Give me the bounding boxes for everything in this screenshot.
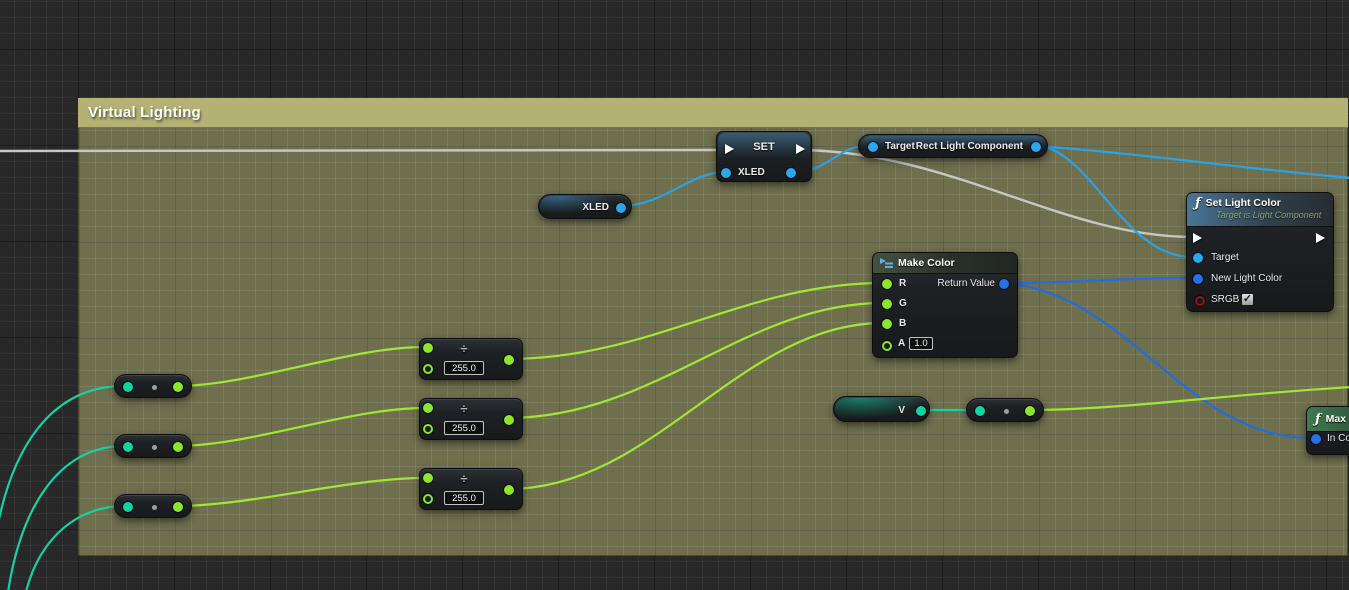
rectlight-output-label: Rect Light Component [916, 141, 1023, 153]
function-icon: ƒ [1315, 412, 1321, 427]
make-color-title: Make Color [898, 257, 955, 269]
slc-new-light-color-label: New Light Color [1211, 273, 1282, 285]
divide-1-input-a-pin[interactable] [423, 343, 433, 353]
make-color-header: Make Color [873, 253, 1017, 274]
divide-2-value-input[interactable] [444, 421, 484, 435]
conversion-node-4[interactable] [966, 398, 1044, 422]
max-node[interactable]: ƒ Max ( In Co [1306, 406, 1349, 455]
slc-srgb-label: SRGB [1211, 294, 1239, 306]
conversion-dot-icon [1004, 409, 1009, 414]
slc-new-light-color-pin[interactable] [1193, 274, 1203, 284]
rectlight-target-label: Target [885, 141, 915, 153]
divide-icon: ÷ [444, 402, 484, 415]
make-color-r-pin[interactable] [882, 279, 892, 289]
slc-srgb-pin[interactable] [1195, 296, 1205, 306]
divide-3-input-b-pin[interactable] [423, 494, 433, 504]
v-getter-output-pin[interactable] [916, 406, 926, 416]
comment-header[interactable]: Virtual Lighting [78, 98, 1348, 128]
max-input-label: In Co [1327, 433, 1349, 445]
make-color-a-label: A [898, 338, 905, 350]
set-xled-node[interactable]: SET XLED [716, 131, 812, 182]
max-node-title: Max ( [1326, 413, 1349, 425]
variable-getter-xled[interactable]: XLED [538, 194, 632, 219]
set-xled-input-label: XLED [738, 167, 765, 179]
divide-1-value-input[interactable] [444, 361, 484, 375]
make-color-a-input[interactable] [909, 337, 933, 350]
conversion-3-output-pin[interactable] [173, 502, 183, 512]
make-color-b-label: B [899, 318, 906, 330]
make-struct-icon [880, 258, 893, 268]
rectlight-target-input-pin[interactable] [868, 142, 878, 152]
rectlight-output-pin[interactable] [1031, 142, 1041, 152]
conversion-node-1[interactable] [114, 374, 192, 398]
divide-3-input-a-pin[interactable] [423, 473, 433, 483]
set-xled-input-pin[interactable] [721, 168, 731, 178]
slc-target-pin[interactable] [1193, 253, 1203, 263]
divide-2-output-pin[interactable] [504, 415, 514, 425]
conversion-dot-icon [152, 445, 157, 450]
slc-exec-in-pin[interactable] [1193, 233, 1202, 243]
conversion-3-input-pin[interactable] [123, 502, 133, 512]
max-node-header: ƒ Max ( [1307, 407, 1349, 432]
conversion-4-input-pin[interactable] [975, 406, 985, 416]
make-color-a-pin[interactable] [882, 341, 892, 351]
v-getter-label: V [898, 405, 905, 417]
divide-node-2[interactable]: ÷ [419, 398, 523, 440]
xled-getter-label: XLED [582, 202, 609, 214]
slc-exec-out-pin[interactable] [1316, 233, 1325, 243]
divide-icon: ÷ [444, 342, 484, 355]
divide-node-3[interactable]: ÷ [419, 468, 523, 510]
divide-1-output-pin[interactable] [504, 355, 514, 365]
variable-getter-v[interactable]: V [833, 396, 930, 422]
slc-srgb-checkbox[interactable]: ✓ [1241, 293, 1254, 306]
conversion-node-2[interactable] [114, 434, 192, 458]
conversion-dot-icon [152, 505, 157, 510]
conversion-node-3[interactable] [114, 494, 192, 518]
conversion-dot-icon [152, 385, 157, 390]
divide-1-input-b-pin[interactable] [423, 364, 433, 374]
function-icon: ƒ [1195, 196, 1201, 211]
make-color-return-pin[interactable] [999, 279, 1009, 289]
divide-3-value-input[interactable] [444, 491, 484, 505]
make-color-r-label: R [899, 278, 906, 290]
xled-getter-output-pin[interactable] [616, 203, 626, 213]
set-output-pin[interactable] [786, 168, 796, 178]
make-color-node[interactable]: Make Color R G B A Return Value [872, 252, 1018, 358]
divide-2-input-a-pin[interactable] [423, 403, 433, 413]
divide-node-1[interactable]: ÷ [419, 338, 523, 380]
rect-light-component-node[interactable]: Target Rect Light Component [858, 134, 1048, 158]
conversion-2-output-pin[interactable] [173, 442, 183, 452]
make-color-return-label: Return Value [937, 278, 995, 290]
make-color-g-label: G [899, 298, 907, 310]
divide-icon: ÷ [444, 472, 484, 485]
divide-2-input-b-pin[interactable] [423, 424, 433, 434]
comment-title: Virtual Lighting [88, 104, 201, 121]
conversion-4-output-pin[interactable] [1025, 406, 1035, 416]
slc-target-label: Target [1211, 252, 1239, 264]
set-light-color-subtitle: Target is Light Component [1216, 210, 1321, 220]
conversion-1-output-pin[interactable] [173, 382, 183, 392]
make-color-b-pin[interactable] [882, 319, 892, 329]
conversion-1-input-pin[interactable] [123, 382, 133, 392]
make-color-g-pin[interactable] [882, 299, 892, 309]
set-light-color-node[interactable]: ƒ Set Light Color Target is Light Compon… [1186, 192, 1334, 312]
max-input-pin[interactable] [1311, 434, 1321, 444]
conversion-2-input-pin[interactable] [123, 442, 133, 452]
comment-box-virtual-lighting[interactable]: Virtual Lighting [78, 98, 1348, 556]
set-exec-out-pin[interactable] [796, 144, 805, 154]
divide-3-output-pin[interactable] [504, 485, 514, 495]
set-light-color-title: Set Light Color [1206, 197, 1281, 209]
